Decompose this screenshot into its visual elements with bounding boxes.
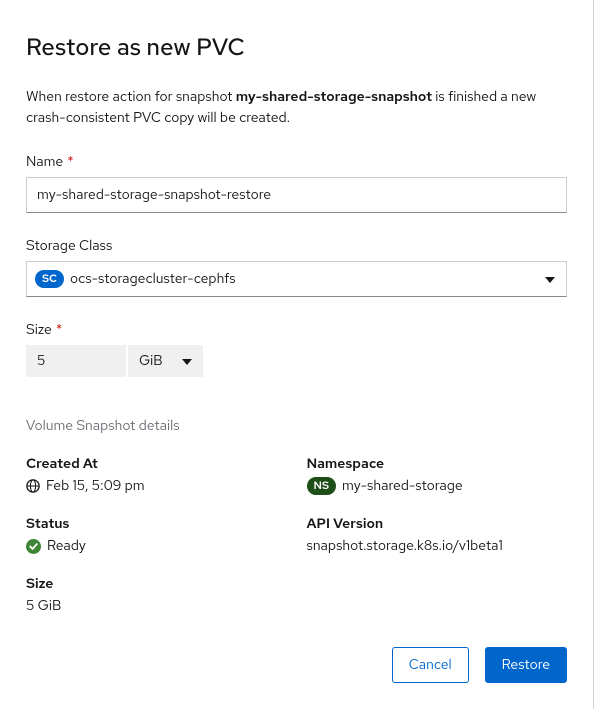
namespace-label: Namespace: [307, 455, 568, 473]
detail-created-at: Created At Feb 15, 5:09 pm: [26, 455, 287, 495]
namespace-value: NS my-shared-storage: [307, 477, 568, 495]
size-unit-value: GiB: [139, 352, 163, 370]
restore-pvc-modal: Restore as new PVC When restore action f…: [0, 0, 594, 709]
name-form-group: Name*: [26, 153, 567, 213]
storage-class-form-group: Storage Class SC ocs-storagecluster-ceph…: [26, 237, 567, 297]
created-at-text: Feb 15, 5:09 pm: [46, 477, 145, 495]
detail-api-version: API Version snapshot.storage.k8s.io/v1be…: [307, 515, 568, 555]
detail-namespace: Namespace NS my-shared-storage: [307, 455, 568, 495]
namespace-text: my-shared-storage: [342, 477, 463, 495]
modal-footer: Cancel Restore: [392, 647, 567, 683]
status-text: Ready: [47, 537, 86, 555]
storage-class-label: Storage Class: [26, 237, 567, 255]
required-mark: *: [56, 321, 62, 339]
size-label: Size*: [26, 321, 567, 339]
created-at-value: Feb 15, 5:09 pm: [26, 477, 287, 495]
size-number-input[interactable]: [26, 345, 126, 377]
api-version-label: API Version: [307, 515, 568, 533]
details-grid: Created At Feb 15, 5:09 pm Namespace NS …: [26, 455, 567, 615]
size-unit-select[interactable]: GiB: [128, 345, 203, 377]
storage-class-select[interactable]: SC ocs-storagecluster-cephfs: [26, 261, 567, 297]
size-label-text: Size: [26, 321, 52, 339]
created-at-label: Created At: [26, 455, 287, 473]
modal-description: When restore action for snapshot my-shar…: [26, 87, 567, 129]
storage-class-select-wrapper: SC ocs-storagecluster-cephfs: [26, 261, 567, 297]
globe-icon: [26, 479, 40, 493]
check-circle-icon: [26, 539, 41, 554]
detail-size-value: 5 GiB: [26, 597, 287, 615]
size-form-group: Size* GiB: [26, 321, 567, 377]
detail-status: Status Ready: [26, 515, 287, 555]
status-label: Status: [26, 515, 287, 533]
name-label: Name*: [26, 153, 567, 171]
chevron-down-icon: [182, 352, 192, 370]
namespace-badge: NS: [307, 477, 337, 495]
api-version-value: snapshot.storage.k8s.io/v1beta1: [307, 537, 568, 555]
restore-button[interactable]: Restore: [485, 647, 567, 683]
name-label-text: Name: [26, 153, 63, 171]
status-value: Ready: [26, 537, 287, 555]
name-input[interactable]: [26, 177, 567, 213]
details-section-title: Volume Snapshot details: [26, 417, 567, 435]
detail-size: Size 5 GiB: [26, 575, 287, 615]
storage-class-value: ocs-storagecluster-cephfs: [70, 270, 236, 288]
size-row: GiB: [26, 345, 567, 377]
snapshot-name: my-shared-storage-snapshot: [236, 88, 432, 106]
detail-size-label: Size: [26, 575, 287, 593]
description-prefix: When restore action for snapshot: [26, 88, 236, 106]
storage-class-badge: SC: [35, 270, 64, 288]
cancel-button[interactable]: Cancel: [392, 647, 469, 683]
required-mark: *: [67, 153, 73, 171]
modal-title: Restore as new PVC: [26, 32, 567, 63]
